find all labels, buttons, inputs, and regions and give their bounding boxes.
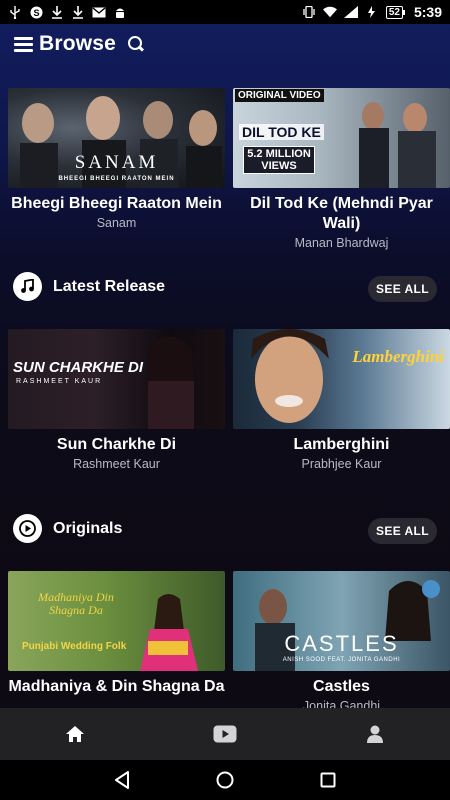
card-artist: Sanam: [96, 216, 137, 230]
latest-card-1[interactable]: SUN CHARKHE DI RASHMEET KAUR Sun Charkhe…: [8, 329, 225, 471]
wifi-icon: [322, 6, 337, 18]
originals-card-2[interactable]: CASTLES ANISH SOOD FEAT. JONITA GANDHI C…: [233, 571, 450, 708]
card-title[interactable]: Dil Tod Ke (Mehndi Pyar Wali): [233, 194, 450, 234]
thumbnail-subcaption: ANISH SOOD FEAT. JONITA GANDHI: [282, 657, 401, 663]
signal-icon: [343, 6, 358, 18]
usb-icon: [8, 5, 22, 19]
thumbnail-views: 5.2 MILLION VIEWS: [243, 146, 315, 174]
card-artist: Manan Bhardwaj: [294, 236, 389, 250]
section-header-originals: Originals SEE ALL: [0, 514, 450, 546]
thumbnail-subcaption: BHEEGI BHEEGI RAATON MEIN: [58, 176, 175, 182]
thumbnail-castles[interactable]: CASTLES ANISH SOOD FEAT. JONITA GANDHI: [233, 571, 450, 671]
hamburger-icon[interactable]: [14, 36, 33, 52]
battery-level: 52: [385, 5, 403, 19]
card-artist: Prabhjee Kaur: [301, 457, 382, 471]
music-note-icon: [13, 272, 42, 301]
back-icon[interactable]: [107, 765, 137, 795]
search-icon[interactable]: [127, 35, 145, 53]
download-icon-2: [71, 5, 85, 19]
app-header: Browse: [0, 24, 450, 64]
system-indicators: 52 5:39: [302, 4, 442, 20]
youtube-icon[interactable]: [195, 708, 255, 760]
clock: 5:39: [413, 4, 442, 20]
page-title: Browse: [39, 32, 117, 55]
thumbnail-sanam[interactable]: SANAM BHEEGI BHEEGI RAATON MEIN: [8, 88, 225, 188]
battery-icon: 52: [385, 5, 405, 19]
card-title[interactable]: Madhaniya & Din Shagna Da: [8, 677, 225, 697]
thumbnail-caption: SANAM: [74, 152, 159, 173]
notification-icons: S: [8, 5, 127, 19]
thumbnail-subcaption: Punjabi Wedding Folk: [22, 641, 127, 652]
card-title[interactable]: Bheegi Bheegi Raaton Mein: [8, 194, 225, 214]
card-title[interactable]: Lamberghini: [233, 435, 450, 455]
thumbnail-caption: CASTLES: [284, 631, 399, 656]
home-icon[interactable]: [45, 708, 105, 760]
svg-text:S: S: [33, 8, 39, 18]
featured-card-1[interactable]: SANAM BHEEGI BHEEGI RAATON MEIN Bheegi B…: [8, 88, 225, 230]
play-icon: [13, 514, 42, 543]
person-icon[interactable]: [345, 708, 405, 760]
thumbnail-banner: ORIGINAL VIDEO: [235, 89, 324, 102]
see-all-button[interactable]: SEE ALL: [367, 518, 437, 544]
status-bar: S 52 5:39: [0, 0, 450, 24]
thumbnail-sun-charkhe-di[interactable]: SUN CHARKHE DI RASHMEET KAUR: [8, 329, 225, 429]
recents-icon[interactable]: [313, 765, 343, 795]
download-icon: [50, 5, 64, 19]
thumbnail-lamberghini[interactable]: Lamberghini: [233, 329, 450, 429]
thumbnail-madhaniya[interactable]: Madhaniya Din Shagna Da Punjabi Wedding …: [8, 571, 225, 671]
section-title: Latest Release: [53, 278, 166, 295]
system-navigation-bar: [0, 760, 450, 800]
bottom-navigation: [0, 708, 450, 760]
thumbnail-subcaption: RASHMEET KAUR: [16, 378, 103, 385]
featured-card-2[interactable]: ORIGINAL VIDEO DIL TOD KE 5.2 MILLION VI…: [233, 88, 450, 250]
charging-icon: [365, 6, 379, 18]
app-content[interactable]: Browse SANAM BHEEGI BHEEGI RAATON MEIN B…: [0, 24, 450, 708]
thumbnail-caption: SUN CHARKHE DI: [13, 359, 144, 376]
thumbnail-caption: Lamberghini: [352, 347, 444, 366]
thumbnail-dil-tod-ke[interactable]: ORIGINAL VIDEO DIL TOD KE 5.2 MILLION VI…: [233, 88, 450, 188]
thumbnail-caption: DIL TOD KE: [239, 124, 324, 140]
originals-card-1[interactable]: Madhaniya Din Shagna Da Punjabi Wedding …: [8, 571, 225, 699]
section-header-latest-release: Latest Release SEE ALL: [0, 272, 450, 304]
gmail-icon: [92, 6, 106, 18]
card-artist: Jonita Gandhi: [302, 699, 381, 708]
android-icon: [113, 6, 127, 18]
thumbnail-caption: Madhaniya Din Shagna Da: [38, 590, 114, 617]
skype-icon: S: [29, 6, 43, 18]
card-artist: Rashmeet Kaur: [73, 457, 160, 471]
see-all-button[interactable]: SEE ALL: [367, 276, 437, 302]
latest-card-2[interactable]: Lamberghini Lamberghini Prabhjee Kaur: [233, 329, 450, 471]
section-title: Originals: [53, 520, 123, 537]
card-title[interactable]: Sun Charkhe Di: [8, 435, 225, 455]
vibrate-icon: [302, 6, 316, 18]
card-title[interactable]: Castles: [233, 677, 450, 697]
home-button-icon[interactable]: [210, 765, 240, 795]
